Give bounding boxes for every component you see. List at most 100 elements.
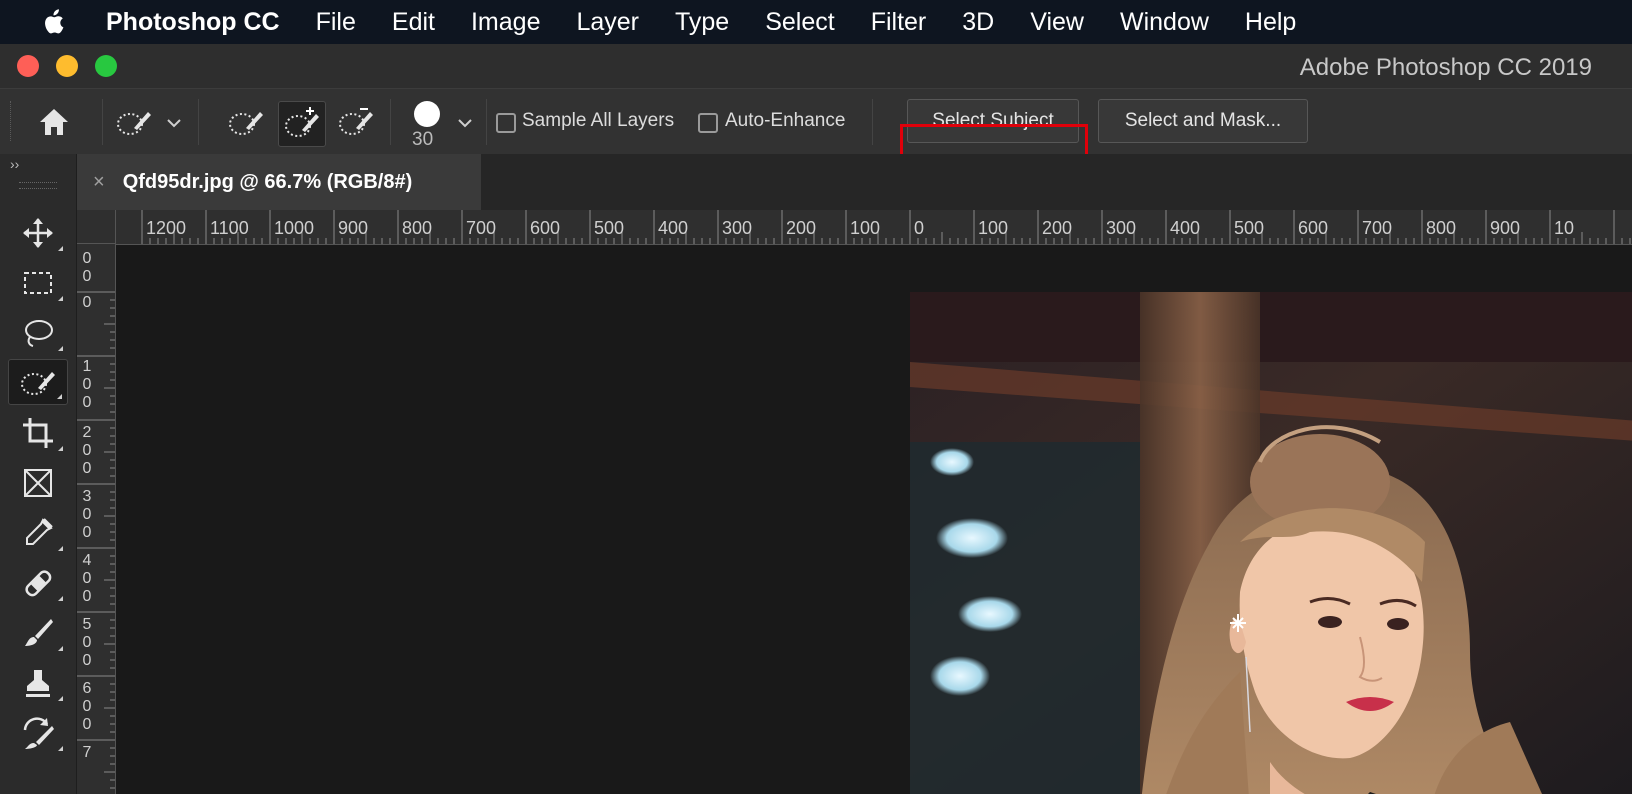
- clone-stamp-tool[interactable]: [8, 660, 68, 706]
- frame-tool[interactable]: [8, 460, 68, 506]
- menu-image[interactable]: Image: [471, 8, 540, 37]
- vruler-label: 5 0 0: [82, 616, 92, 669]
- vruler-label: 0 0: [82, 250, 92, 285]
- brush-icon: [25, 619, 53, 646]
- hruler-label: 700: [1362, 218, 1393, 238]
- select-and-mask-button[interactable]: Select and Mask...: [1098, 99, 1308, 143]
- ruler-origin[interactable]: [77, 210, 116, 244]
- menu-3d[interactable]: 3D: [962, 8, 994, 37]
- menu-type[interactable]: Type: [675, 8, 729, 37]
- crop-icon: [23, 418, 53, 448]
- options-bar: 30 Sample All Layers Auto-Enhance Select…: [0, 88, 1632, 155]
- minimize-window-button[interactable]: [56, 55, 78, 77]
- menu-file[interactable]: File: [316, 8, 356, 37]
- hruler-label: 500: [1234, 218, 1265, 238]
- photoshop-window: Adobe Photoshop CC 2019 30 Sample All La…: [0, 44, 1632, 794]
- quick-selection-icon: [21, 372, 55, 395]
- separator: [872, 99, 873, 145]
- vruler-label: 7: [82, 744, 92, 761]
- hruler-label: 900: [338, 218, 369, 238]
- separator: [102, 99, 103, 145]
- add-to-selection-icon[interactable]: [278, 101, 326, 147]
- vruler-label: 4 0 0: [82, 552, 92, 605]
- hruler-label: 1200: [146, 218, 187, 238]
- hruler-label: 900: [1490, 218, 1521, 238]
- apple-icon[interactable]: [42, 9, 64, 35]
- brush-size-value: 30: [412, 129, 434, 150]
- hruler-label: 400: [1170, 218, 1201, 238]
- hruler-label: 700: [466, 218, 497, 238]
- document-tab-title: Qfd95dr.jpg @ 66.7% (RGB/8#): [122, 170, 413, 193]
- healing-brush-tool[interactable]: [8, 560, 68, 606]
- hruler-label: 100: [978, 218, 1009, 238]
- hruler-label: 0: [914, 218, 925, 238]
- menu-view[interactable]: View: [1030, 8, 1084, 37]
- vertical-ruler[interactable]: 0 0 0 1 0 0 2 0 0 3 0 0 4 0 0 5 0 0 6 0 …: [77, 244, 116, 794]
- vruler-label: 1 0 0: [82, 358, 92, 411]
- stamp-icon: [26, 670, 50, 697]
- hruler-label: 500: [594, 218, 625, 238]
- auto-enhance-label: Auto-Enhance: [725, 110, 846, 131]
- new-selection-icon[interactable]: [226, 102, 266, 142]
- quick-selection-tool[interactable]: [8, 359, 68, 405]
- hruler-label: 1000: [274, 218, 315, 238]
- hruler-label: 800: [402, 218, 433, 238]
- tools-panel: ››: [0, 154, 77, 794]
- home-icon[interactable]: [36, 105, 72, 139]
- hruler-label: 200: [1042, 218, 1073, 238]
- vruler-label: 2 0 0: [82, 424, 92, 477]
- move-tool[interactable]: [8, 210, 68, 256]
- menu-help[interactable]: Help: [1245, 8, 1296, 37]
- title-bar[interactable]: Adobe Photoshop CC 2019: [0, 44, 1632, 88]
- options-bar-grip[interactable]: [10, 101, 14, 141]
- chevron-down-icon[interactable]: [164, 113, 184, 133]
- lasso-icon: [25, 320, 53, 347]
- menu-window[interactable]: Window: [1120, 8, 1209, 37]
- close-window-button[interactable]: [17, 55, 39, 77]
- move-icon: [23, 218, 53, 248]
- eyedropper-icon: [26, 518, 53, 545]
- auto-enhance-checkbox[interactable]: [698, 113, 718, 133]
- window-title: Adobe Photoshop CC 2019: [1299, 54, 1592, 81]
- tools-panel-grip[interactable]: [19, 182, 57, 189]
- hruler-label: 200: [786, 218, 817, 238]
- zoom-window-button[interactable]: [95, 55, 117, 77]
- document-tab-bar: × Qfd95dr.jpg @ 66.7% (RGB/8#): [77, 154, 1632, 210]
- hruler-label: 10: [1554, 218, 1575, 238]
- sample-all-layers-label: Sample All Layers: [522, 110, 675, 131]
- vruler-label: 0: [82, 294, 92, 311]
- rectangular-marquee-tool[interactable]: [8, 260, 68, 306]
- sample-all-layers-checkbox[interactable]: [496, 113, 516, 133]
- menu-app-name[interactable]: Photoshop CC: [106, 8, 280, 37]
- quick-selection-preset-icon[interactable]: [114, 102, 154, 142]
- marquee-icon: [24, 272, 52, 294]
- brush-tool[interactable]: [8, 610, 68, 656]
- menu-filter[interactable]: Filter: [871, 8, 927, 37]
- expand-panel-icon[interactable]: ››: [10, 156, 19, 172]
- horizontal-ruler[interactable]: 1200 1100 1000 900 800 700 600 500 400 3…: [116, 210, 1632, 245]
- history-brush-tool[interactable]: [8, 710, 68, 756]
- menu-edit[interactable]: Edit: [392, 8, 435, 37]
- eyedropper-tool[interactable]: [8, 510, 68, 556]
- vruler-label: 6 0 0: [82, 680, 92, 733]
- hruler-label: 300: [1106, 218, 1137, 238]
- hruler-label: 100: [850, 218, 881, 238]
- menu-select[interactable]: Select: [765, 8, 834, 37]
- separator: [390, 99, 391, 145]
- lasso-tool[interactable]: [8, 310, 68, 356]
- crop-tool[interactable]: [8, 410, 68, 456]
- menu-layer[interactable]: Layer: [576, 8, 639, 37]
- history-brush-icon: [23, 717, 54, 749]
- close-icon[interactable]: ×: [93, 171, 105, 194]
- brush-size-preview[interactable]: [414, 101, 440, 127]
- document-tab[interactable]: × Qfd95dr.jpg @ 66.7% (RGB/8#): [77, 154, 481, 210]
- hruler-label: 300: [722, 218, 753, 238]
- separator: [198, 99, 199, 145]
- document-image[interactable]: [910, 292, 1632, 794]
- hruler-label: 600: [530, 218, 561, 238]
- document-canvas[interactable]: [116, 245, 1632, 794]
- brush-picker-chevron-icon[interactable]: [455, 113, 475, 133]
- subtract-from-selection-icon[interactable]: [336, 102, 376, 142]
- hruler-label: 400: [658, 218, 689, 238]
- hruler-label: 1100: [210, 218, 249, 238]
